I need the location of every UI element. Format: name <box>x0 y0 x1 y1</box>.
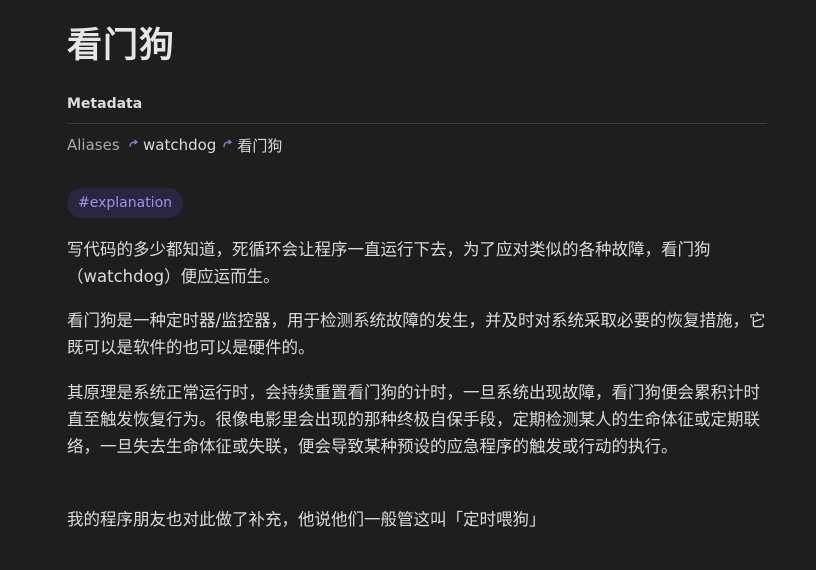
alias-link-arrow-icon <box>129 138 140 152</box>
body-paragraph: 看门狗是一种定时器/监控器，用于检测系统故障的发生，并及时对系统采取必要的恢复措… <box>67 311 766 357</box>
alias-link-arrow-icon <box>223 138 234 152</box>
metadata-heading[interactable]: Metadata <box>67 94 142 114</box>
alias-link-watchdog[interactable]: watchdog <box>129 136 216 154</box>
alias-link-kanmengou[interactable]: 看门狗 <box>223 135 282 156</box>
metadata-divider <box>67 123 767 124</box>
body-paragraph: 我的程序朋友也对此做了补充，他说他们一般管这叫「定时喂狗」 <box>67 510 546 529</box>
metadata-aliases-row: Aliases watchdog 看门狗 <box>67 134 289 156</box>
tag-explanation[interactable]: #explanation <box>67 188 184 218</box>
alias-label: watchdog <box>143 136 217 154</box>
body-paragraph: 其原理是系统正常运行时，会持续重置看门狗的计时，一旦系统出现故障，看门狗便会累积… <box>67 383 760 456</box>
aliases-key: Aliases <box>67 136 120 154</box>
body-paragraph: 写代码的多少都知道，死循环会让程序一直运行下去，为了应对类似的各种故障，看门狗（… <box>67 240 711 286</box>
alias-label: 看门狗 <box>237 136 283 155</box>
note-title: 看门狗 <box>67 26 176 66</box>
